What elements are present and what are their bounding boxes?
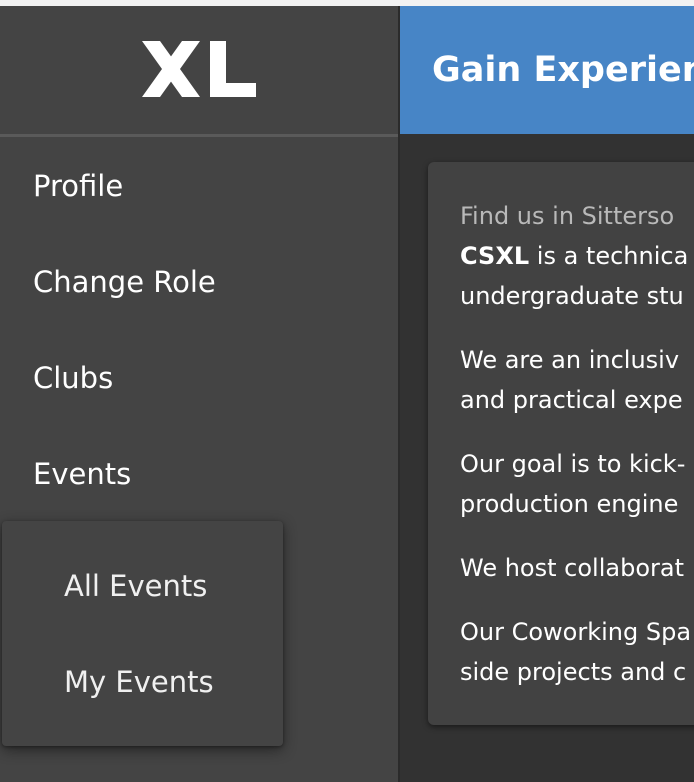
host-line: We host collaborat	[460, 554, 684, 582]
menu-item-label: All Events	[64, 569, 208, 603]
intro-line-rest: is a technica	[529, 242, 689, 270]
coworking-line-1: Our Coworking Spa	[460, 618, 692, 646]
location-text: Find us in Sitterso	[460, 202, 675, 230]
goal-line-2: production engine	[460, 490, 679, 518]
inclusive-line-2: and practical expe	[460, 386, 683, 414]
menu-item-all-events[interactable]: All Events	[2, 538, 283, 634]
sidebar-item-label: Profile	[33, 169, 124, 203]
sidebar-item-change-role[interactable]: Change Role	[0, 234, 398, 330]
sidebar-item-label: Events	[33, 457, 132, 491]
menu-item-my-events[interactable]: My Events	[2, 634, 283, 730]
sidebar-item-label: Clubs	[33, 361, 114, 395]
intro-line-2: undergraduate stu	[460, 282, 684, 310]
sidebar-item-label: Change Role	[33, 265, 216, 299]
csxl-bold-label: CSXL	[460, 242, 530, 270]
page-header: Gain Experienc	[400, 6, 694, 134]
events-submenu: All Events My Events	[2, 521, 283, 746]
sidebar-item-profile[interactable]: Profile	[0, 138, 398, 234]
inclusive-line-1: We are an inclusiv	[460, 346, 680, 374]
menu-item-label: My Events	[64, 665, 214, 699]
page-title: Gain Experienc	[432, 50, 694, 90]
info-card: Find us in Sitterso CSXL is a technica u…	[428, 162, 694, 725]
sidebar-item-events[interactable]: Events	[0, 426, 398, 522]
logo-area[interactable]	[0, 6, 398, 134]
sidebar-item-clubs[interactable]: Clubs	[0, 330, 398, 426]
goal-line-1: Our goal is to kick-	[460, 450, 686, 478]
sidebar-header-divider	[0, 134, 398, 137]
csxl-logo	[142, 41, 256, 97]
intro-line: CSXL is a technica	[460, 236, 688, 276]
coworking-line-2: side projects and c	[460, 658, 687, 686]
